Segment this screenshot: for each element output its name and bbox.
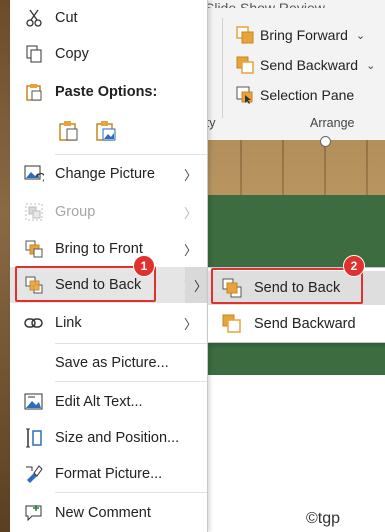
bring-forward-icon <box>236 26 254 44</box>
bring-forward-button[interactable]: Bring Forward ⌄ <box>236 23 365 47</box>
menu-item-label: Size and Position... <box>55 430 180 446</box>
chevron-down-icon[interactable]: ⌄ <box>366 59 375 72</box>
alt-text-icon <box>24 392 44 412</box>
menu-item-size-and-position[interactable]: Size and Position... <box>10 420 207 456</box>
menu-separator <box>55 492 207 493</box>
menu-item-label: Bring to Front <box>55 241 143 257</box>
selection-pane-icon <box>236 86 254 104</box>
step-badge-1: 1 <box>133 255 155 277</box>
copy-icon <box>24 44 44 64</box>
menu-item-copy[interactable]: Copy <box>10 36 207 72</box>
menu-item-bring-to-front[interactable]: Bring to Front 〉 <box>10 231 207 267</box>
selection-pane-label: Selection Pane <box>260 87 355 103</box>
chevron-right-icon: 〉 <box>183 242 197 258</box>
format-picture-icon <box>24 464 44 484</box>
chevron-right-icon: 〉 <box>183 205 197 221</box>
send-backward-icon <box>236 56 254 74</box>
selection-pane-button[interactable]: Selection Pane <box>236 83 354 107</box>
paste-options-heading: Paste Options: <box>55 84 158 100</box>
send-backward-button[interactable]: Send Backward ⌄ <box>236 53 375 77</box>
step-badge-2: 2 <box>343 255 365 277</box>
chevron-right-icon: 〉 <box>183 316 197 332</box>
chevron-right-icon: 〉 <box>183 167 197 183</box>
menu-item-label: New Comment <box>55 505 151 521</box>
submenu-item-label: Send Backward <box>254 316 356 332</box>
slide-picture-bricks <box>200 140 385 200</box>
chevron-down-icon[interactable]: ⌄ <box>356 29 365 42</box>
group-icon <box>24 202 44 222</box>
menu-item-group: Group 〉 <box>10 194 207 230</box>
menu-item-label: Format Picture... <box>55 466 163 482</box>
menu-item-paste-options: Paste Options: <box>10 74 207 110</box>
bring-forward-label: Bring Forward <box>260 27 348 43</box>
scissors-icon <box>24 8 44 28</box>
menu-item-label: Group <box>55 204 96 220</box>
menu-item-label: Link <box>55 315 82 331</box>
menu-item-link[interactable]: Link 〉 <box>10 305 207 341</box>
menu-separator <box>55 343 207 344</box>
rotate-handle[interactable] <box>320 136 331 147</box>
menu-item-change-picture[interactable]: Change Picture 〉 <box>10 156 207 192</box>
slide-edge-left <box>0 0 10 532</box>
change-picture-icon <box>24 164 44 184</box>
ribbon-divider <box>222 18 223 118</box>
ribbon-group-label-arrange: Arrange <box>310 116 355 130</box>
new-comment-icon <box>24 503 44 523</box>
menu-item-format-picture[interactable]: Format Picture... <box>10 456 207 492</box>
canvas-blank <box>200 375 385 532</box>
highlight-box-2 <box>211 268 363 304</box>
menu-item-label: Copy <box>55 46 89 62</box>
paste-keep-formatting-icon[interactable] <box>58 120 80 146</box>
menu-item-save-as-picture[interactable]: Save as Picture... <box>10 345 207 381</box>
menu-item-label: Edit Alt Text... <box>55 394 143 410</box>
paste-icon <box>24 82 44 102</box>
chevron-right-icon: 〉 <box>194 279 208 294</box>
menu-item-label: Cut <box>55 10 78 26</box>
ribbon-tab-strip: Slide Show Review <box>205 0 325 8</box>
menu-item-edit-alt-text[interactable]: Edit Alt Text... <box>10 384 207 420</box>
menu-item-cut[interactable]: Cut <box>10 0 207 36</box>
size-position-icon <box>24 428 44 448</box>
link-icon <box>24 313 44 333</box>
bring-to-front-icon <box>24 239 44 259</box>
send-backward-icon <box>222 314 242 334</box>
menu-separator <box>55 154 207 155</box>
paste-as-picture-icon[interactable] <box>95 120 117 146</box>
send-backward-label: Send Backward <box>260 57 359 73</box>
menu-item-label: Save as Picture... <box>55 355 169 371</box>
watermark: ©tgp <box>306 510 341 527</box>
menu-separator <box>55 381 207 382</box>
menu-item-new-comment[interactable]: New Comment <box>10 495 207 531</box>
menu-item-label: Change Picture <box>55 166 155 182</box>
submenu-item-send-backward[interactable]: Send Backward <box>208 307 385 341</box>
paste-options-row <box>10 112 207 150</box>
